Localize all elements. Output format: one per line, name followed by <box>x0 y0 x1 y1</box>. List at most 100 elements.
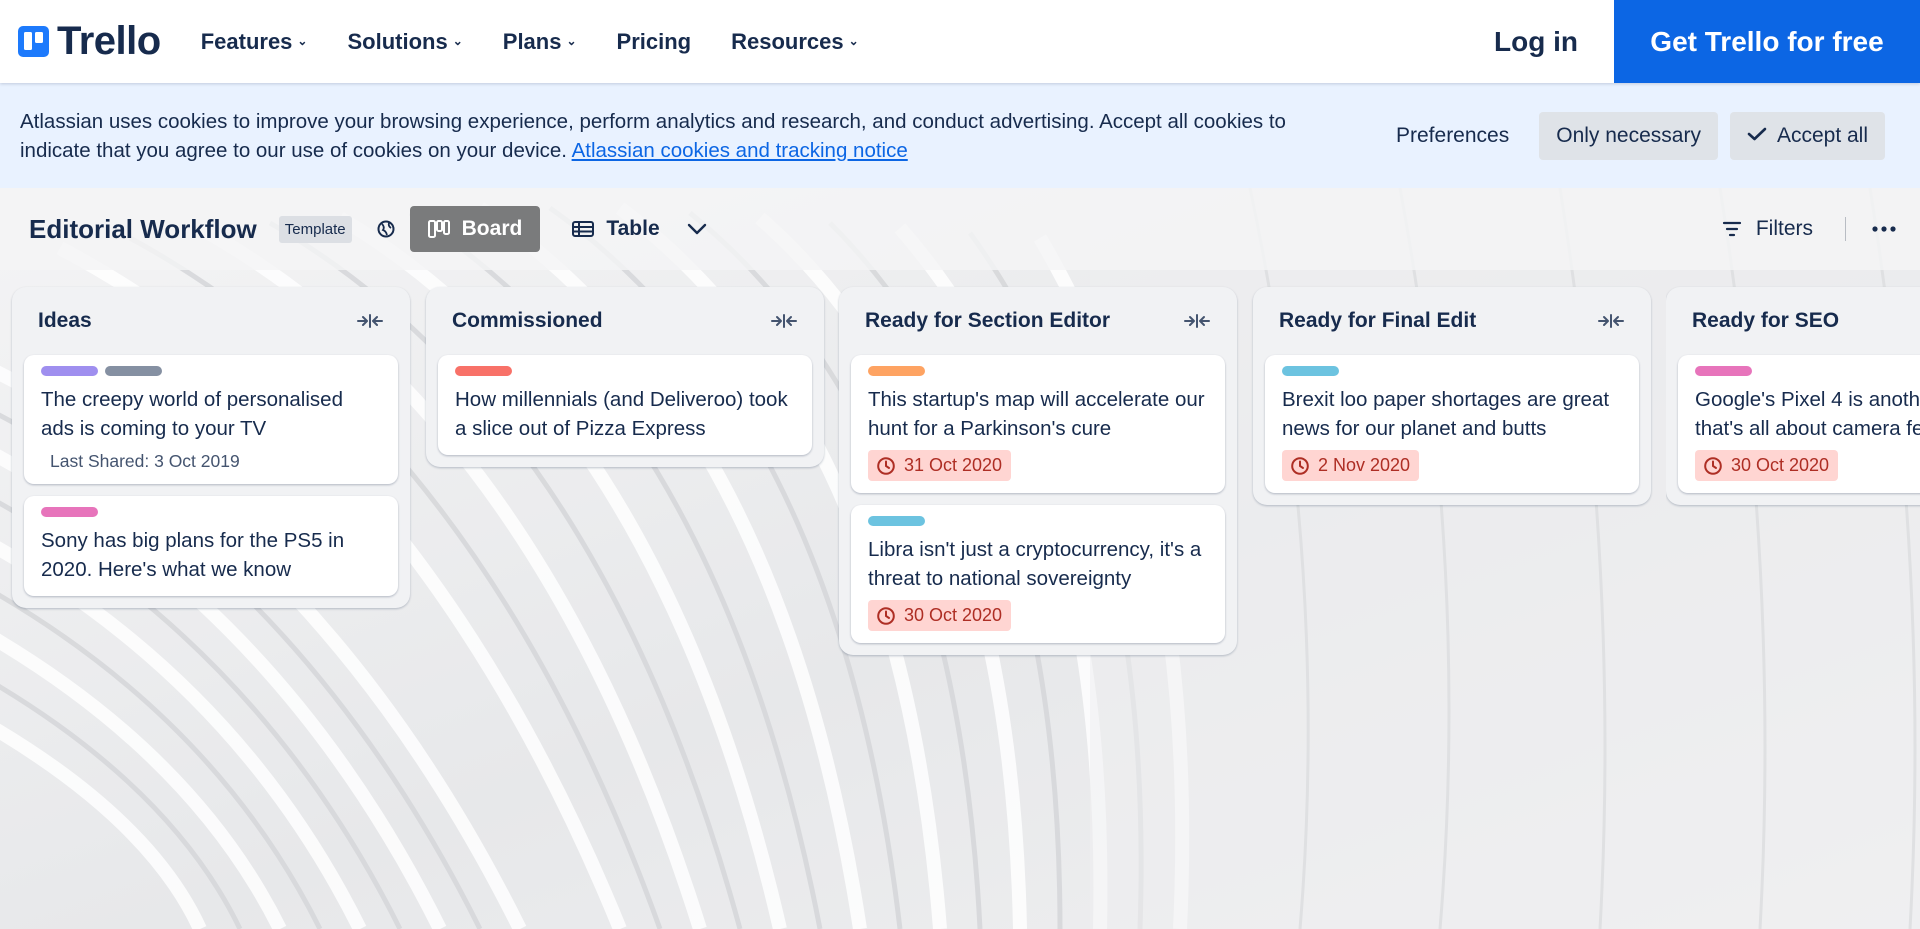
filters-label: Filters <box>1755 217 1813 240</box>
card-labels <box>455 366 795 377</box>
trello-logo-icon <box>18 26 49 57</box>
cookie-notice-link[interactable]: Atlassian cookies and tracking notice <box>572 139 908 162</box>
collapse-list-icon[interactable] <box>770 313 798 329</box>
globe-icon[interactable] <box>376 219 396 239</box>
list-header: Commissioned <box>438 287 812 355</box>
top-navigation: Trello Features ⌄ Solutions ⌄ Plans ⌄ Prici… <box>0 0 1920 83</box>
due-date-badge[interactable]: 30 Oct 2020 <box>1695 450 1839 481</box>
cookie-message: Atlassian uses cookies to improve your b… <box>20 107 1360 165</box>
card-title: Google's Pixel 4 is another phone that's… <box>1695 388 1920 440</box>
clock-icon <box>876 606 896 626</box>
chevron-down-icon: ⌄ <box>848 33 859 48</box>
accept-all-label: Accept all <box>1776 123 1869 147</box>
card-title: How millennials (and Deliveroo) took a s… <box>455 388 788 440</box>
clock-icon <box>1290 456 1310 476</box>
board-view-label: Board <box>461 217 523 240</box>
clock-icon <box>876 456 896 476</box>
list-commissioned: Commissioned How millennials (and Delive… <box>426 287 824 467</box>
card-labels <box>868 366 1208 377</box>
board-header: Editorial Workflow Template Board Table … <box>0 188 1920 270</box>
list-header: Ready for Section Editor <box>851 287 1225 355</box>
cookie-banner: Atlassian uses cookies to improve your b… <box>0 83 1920 188</box>
brand-name: Trello <box>57 19 161 63</box>
collapse-list-icon[interactable] <box>1597 313 1625 329</box>
card-labels <box>1282 366 1622 377</box>
nav-plans[interactable]: Plans ⌄ <box>503 29 577 55</box>
list-ready-for-section-editor: Ready for Section Editor This startup's … <box>839 287 1237 655</box>
nav-pricing[interactable]: Pricing <box>617 29 692 55</box>
card-meta: Last Shared: 3 Oct 2019 <box>50 451 240 471</box>
table-icon <box>572 220 595 238</box>
list-ideas: Ideas The creepy world of personalised a… <box>12 287 410 608</box>
list-ready-for-final-edit: Ready for Final Edit Brexit loo paper sh… <box>1253 287 1651 505</box>
accept-all-button[interactable]: Accept all <box>1729 111 1886 160</box>
list-title[interactable]: Commissioned <box>452 309 603 333</box>
template-badge: Template <box>278 215 352 243</box>
card-title: The creepy world of personalised ads is … <box>41 388 343 440</box>
only-necessary-button[interactable]: Only necessary <box>1539 111 1718 160</box>
collapse-list-icon[interactable] <box>356 313 384 329</box>
card-title: Sony has big plans for the PS5 in 2020. … <box>41 529 345 581</box>
list-title[interactable]: Ideas <box>38 309 92 333</box>
card[interactable]: Sony has big plans for the PS5 in 2020. … <box>24 496 398 596</box>
due-date-badge[interactable]: 2 Nov 2020 <box>1282 450 1420 481</box>
card-labels <box>41 507 381 518</box>
nav-features[interactable]: Features ⌄ <box>201 29 308 55</box>
due-date-badge[interactable]: 30 Oct 2020 <box>868 600 1012 631</box>
preferences-button[interactable]: Preferences <box>1380 112 1525 160</box>
due-date-badge[interactable]: 31 Oct 2020 <box>868 450 1012 481</box>
nav-solutions[interactable]: Solutions ⌄ <box>347 29 462 55</box>
chevron-down-icon: ⌄ <box>297 33 308 48</box>
card[interactable]: Google's Pixel 4 is another phone that's… <box>1678 355 1920 493</box>
label-purple <box>41 366 98 376</box>
nav-plans-label: Plans <box>502 28 562 54</box>
due-date: 31 Oct 2020 <box>904 455 1003 475</box>
board-title[interactable]: Editorial Workflow <box>29 214 257 245</box>
list-header: Ready for SEO <box>1678 287 1920 355</box>
card[interactable]: Brexit loo paper shortages are great new… <box>1265 355 1639 493</box>
main-menu: Features ⌄ Solutions ⌄ Plans ⌄ Pricing Reso… <box>201 0 899 83</box>
list-header: Ideas <box>24 287 398 355</box>
nav-pricing-label: Pricing <box>616 28 692 54</box>
more-options-icon[interactable] <box>1872 226 1896 232</box>
table-view-button[interactable]: Table <box>554 206 677 252</box>
label-sky <box>1282 366 1339 376</box>
label-orange <box>868 366 925 376</box>
filters-button[interactable]: Filters <box>1722 217 1813 241</box>
card[interactable]: This startup's map will accelerate our h… <box>851 355 1225 493</box>
card[interactable]: How millennials (and Deliveroo) took a s… <box>438 355 812 455</box>
due-date: 2 Nov 2020 <box>1318 455 1411 475</box>
clock-icon <box>1703 456 1723 476</box>
nav-solutions-label: Solutions <box>347 28 448 54</box>
login-link[interactable]: Log in <box>1458 0 1614 83</box>
card-title: This startup's map will accelerate our h… <box>868 388 1205 440</box>
header-divider <box>1845 217 1846 241</box>
list-title[interactable]: Ready for Final Edit <box>1279 309 1476 333</box>
list-title[interactable]: Ready for Section Editor <box>865 309 1110 333</box>
views-chevron-down-icon[interactable] <box>686 222 708 236</box>
card-labels <box>1695 366 1920 377</box>
nav-features-label: Features <box>200 28 293 54</box>
card-title: Brexit loo paper shortages are great new… <box>1282 388 1610 440</box>
nav-actions: Log in Get Trello for free <box>1458 0 1920 83</box>
board-icon <box>427 220 450 238</box>
table-view-label: Table <box>606 217 660 240</box>
nav-resources[interactable]: Resources ⌄ <box>731 29 859 55</box>
collapse-list-icon[interactable] <box>1183 313 1211 329</box>
cookie-actions: Preferences Only necessary Accept all <box>1380 111 1886 160</box>
card-labels <box>868 516 1208 527</box>
list-title[interactable]: Ready for SEO <box>1692 309 1839 333</box>
board-view-button[interactable]: Board <box>409 206 541 252</box>
list-clip: Ready for SEO Google's Pixel 4 is anothe… <box>1666 280 1920 540</box>
card[interactable]: Libra isn't just a cryptocurrency, it's … <box>851 505 1225 643</box>
card-labels <box>41 366 381 377</box>
list-ready-for-seo: Ready for SEO Google's Pixel 4 is anothe… <box>1666 287 1920 505</box>
due-date: 30 Oct 2020 <box>904 605 1003 625</box>
filter-icon <box>1722 221 1742 237</box>
nav-resources-label: Resources <box>731 28 844 54</box>
card[interactable]: The creepy world of personalised ads is … <box>24 355 398 484</box>
label-pink <box>41 507 98 517</box>
card-title: Libra isn't just a cryptocurrency, it's … <box>868 538 1202 590</box>
trello-logo[interactable]: Trello <box>18 19 161 64</box>
get-trello-button[interactable]: Get Trello for free <box>1614 0 1920 83</box>
